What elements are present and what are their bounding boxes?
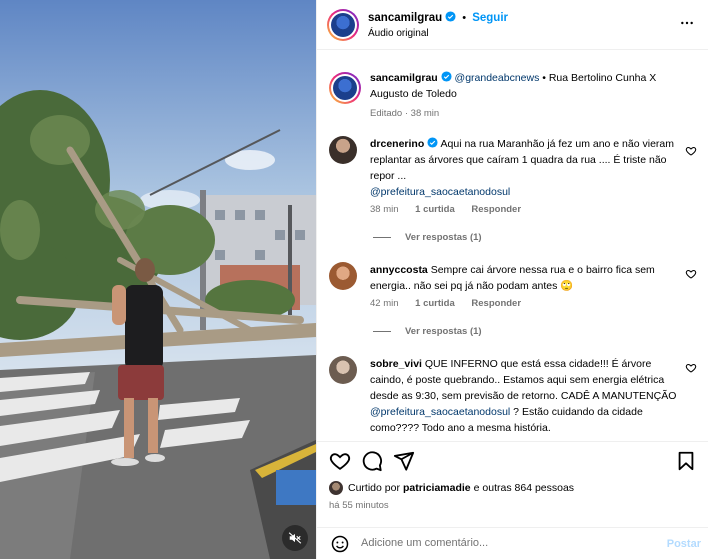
reply-button[interactable]: Responder	[471, 204, 521, 215]
liker-avatar	[329, 481, 343, 495]
more-options-icon[interactable]	[679, 15, 695, 31]
caption-mention[interactable]: @grandeabcnews	[455, 72, 540, 84]
comment-mention[interactable]: @prefeitura_saocaetanodosul	[370, 406, 510, 418]
emoji-icon[interactable]	[331, 535, 349, 553]
add-comment-bar: Postar	[317, 527, 708, 559]
comments-list[interactable]: sancamilgrau @grandeabcnews • Rua Bertol…	[317, 50, 708, 441]
video-player[interactable]	[0, 0, 316, 559]
comment-likes[interactable]: 1 curtida	[415, 204, 455, 215]
comment-item: drcenerino Aqui na rua Maranhão já fez u…	[329, 136, 699, 236]
author-avatar[interactable]	[327, 9, 359, 41]
like-heart-icon[interactable]	[329, 450, 351, 472]
comment-text: drcenerino Aqui na rua Maranhão já fez u…	[370, 136, 680, 200]
caption-username[interactable]: sancamilgrau	[370, 72, 438, 84]
verified-badge-icon	[445, 11, 456, 22]
verified-badge-icon	[427, 137, 438, 148]
comment-likes[interactable]: 1 curtida	[415, 298, 455, 309]
likes-summary[interactable]: Curtido por patriciamadie e outras 864 p…	[329, 481, 574, 495]
view-replies-button[interactable]: Ver respostas (1)	[373, 326, 482, 337]
comment-text: annyccosta Sempre cai árvore nessa rua e…	[370, 262, 680, 294]
follow-button[interactable]: Seguir	[472, 12, 508, 24]
view-replies-button[interactable]: Ver respostas (1)	[373, 232, 482, 243]
comment-username[interactable]: drcenerino	[370, 138, 424, 150]
share-send-icon[interactable]	[393, 450, 415, 472]
caption-meta: Editado · 38 min	[370, 108, 440, 119]
post-comment-button[interactable]: Postar	[667, 538, 701, 550]
reply-button[interactable]: Responder	[471, 298, 521, 309]
comment-username[interactable]: sobre_vivi	[370, 358, 422, 370]
comment-item: annyccosta Sempre cai árvore nessa rua e…	[329, 262, 699, 322]
post-details-panel: sancamilgrau • Seguir Áudio original san…	[316, 0, 708, 559]
liker-username[interactable]: patriciamadie	[403, 482, 471, 494]
caption-text: sancamilgrau @grandeabcnews • Rua Bertol…	[370, 70, 680, 102]
post-header: sancamilgrau • Seguir Áudio original	[317, 0, 708, 50]
comment-input[interactable]	[361, 537, 651, 549]
comment-bubble-icon[interactable]	[361, 450, 383, 472]
mute-button[interactable]	[282, 525, 308, 551]
muted-speaker-icon	[288, 532, 302, 544]
comment-username[interactable]: annyccosta	[370, 264, 428, 276]
comment-avatar[interactable]	[329, 356, 357, 384]
caption-avatar[interactable]	[329, 72, 361, 104]
comment-text: sobre_vivi QUE INFERNO que está essa cid…	[370, 356, 680, 436]
action-bar	[317, 441, 708, 479]
verified-badge-icon	[441, 71, 452, 82]
caption: sancamilgrau @grandeabcnews • Rua Bertol…	[329, 70, 699, 125]
audio-label[interactable]: Áudio original	[368, 28, 429, 39]
like-comment-heart-icon[interactable]	[685, 268, 697, 280]
comment-avatar[interactable]	[329, 262, 357, 290]
comment-time: 42 min	[370, 298, 399, 309]
comment-avatar[interactable]	[329, 136, 357, 164]
comment-item: sobre_vivi QUE INFERNO que está essa cid…	[329, 356, 699, 441]
like-comment-heart-icon[interactable]	[685, 362, 697, 374]
author-username[interactable]: sancamilgrau	[368, 12, 442, 24]
comment-time: 38 min	[370, 204, 399, 215]
comment-mention[interactable]: @prefeitura_saocaetanodosul	[370, 186, 510, 198]
save-bookmark-icon[interactable]	[675, 450, 697, 472]
video-frame	[0, 0, 316, 559]
like-comment-heart-icon[interactable]	[685, 145, 697, 157]
post-timestamp: há 55 minutos	[329, 500, 389, 511]
